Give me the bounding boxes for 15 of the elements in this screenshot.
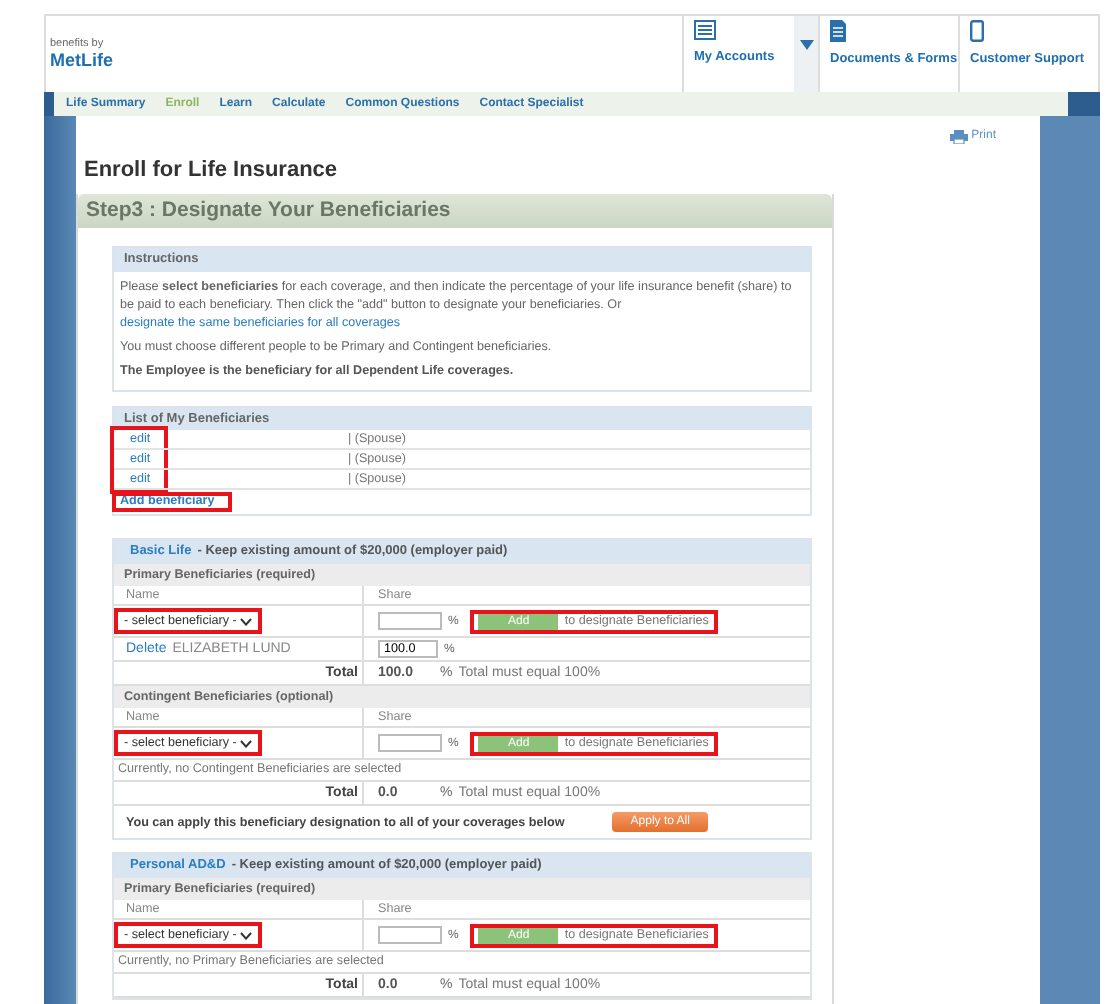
step-title: Step3 : Designate Your Beneficiaries <box>78 194 832 228</box>
logo[interactable]: MetLife <box>50 50 113 70</box>
share-field[interactable] <box>378 612 442 630</box>
share-field[interactable] <box>378 734 442 752</box>
chevron-down-icon <box>240 739 253 747</box>
share-field[interactable] <box>378 926 442 944</box>
chevron-down-icon <box>240 617 253 625</box>
caret-icon <box>799 40 813 50</box>
dropdown-toggle[interactable] <box>794 16 818 92</box>
list-icon <box>694 20 716 40</box>
document-icon <box>830 20 846 42</box>
phone-icon <box>970 20 984 42</box>
page-title: Enroll for Life Insurance <box>84 156 340 186</box>
chevron-down-icon <box>240 931 253 939</box>
printer-icon <box>949 129 968 143</box>
